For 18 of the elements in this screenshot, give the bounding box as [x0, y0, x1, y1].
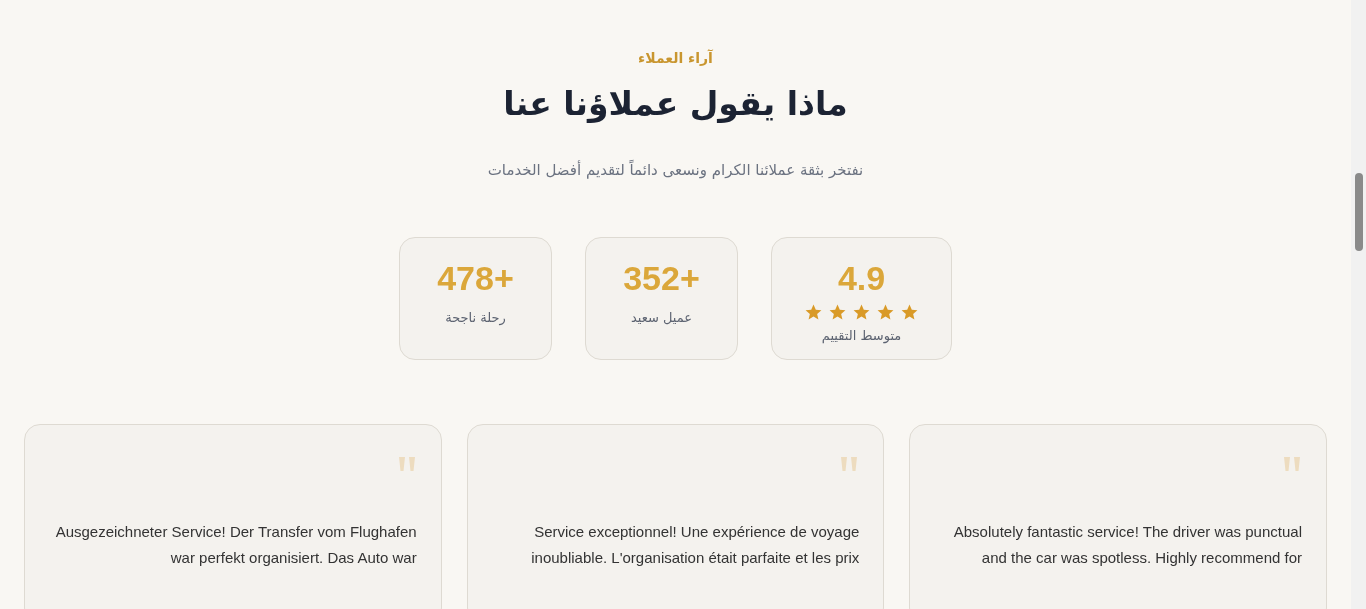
stat-label: متوسط التقييم [821, 328, 902, 343]
star-icon [804, 303, 823, 322]
star-icon [900, 303, 919, 322]
stat-label: رحلة ناجحة [445, 310, 506, 325]
star-icon [852, 303, 871, 322]
stat-value: 4.9 [837, 258, 886, 299]
stat-value: 352+ [623, 258, 700, 299]
testimonial-text: Absolutely fantastic service! The driver was punctual and the car was spotless. Highly recommend for [952, 522, 1302, 568]
stat-value: 478+ [437, 258, 514, 299]
testimonial-text: Service exceptionnel! Une expérience de voyage inoubliable. L'organisation était parfaite et les prix [530, 522, 860, 568]
section-subtitle: نفتخر بثقة عملائنا الكرام ونسعى دائماً لتقديم أفضل الخدمات [487, 161, 864, 179]
star-icon [828, 303, 847, 322]
scrollbar-thumb[interactable] [1354, 173, 1363, 251]
section-title: ماذا يقول عملاؤنا عنا [503, 84, 848, 123]
testimonial-text: Ausgezeichneter Service! Der Transfer vom Flughafen war perfekt organisiert. Das Auto war [54, 522, 417, 568]
section-eyebrow: آراء العملاء [638, 50, 713, 66]
stat-label: عميل سعيد [630, 310, 693, 325]
star-icon [876, 303, 895, 322]
